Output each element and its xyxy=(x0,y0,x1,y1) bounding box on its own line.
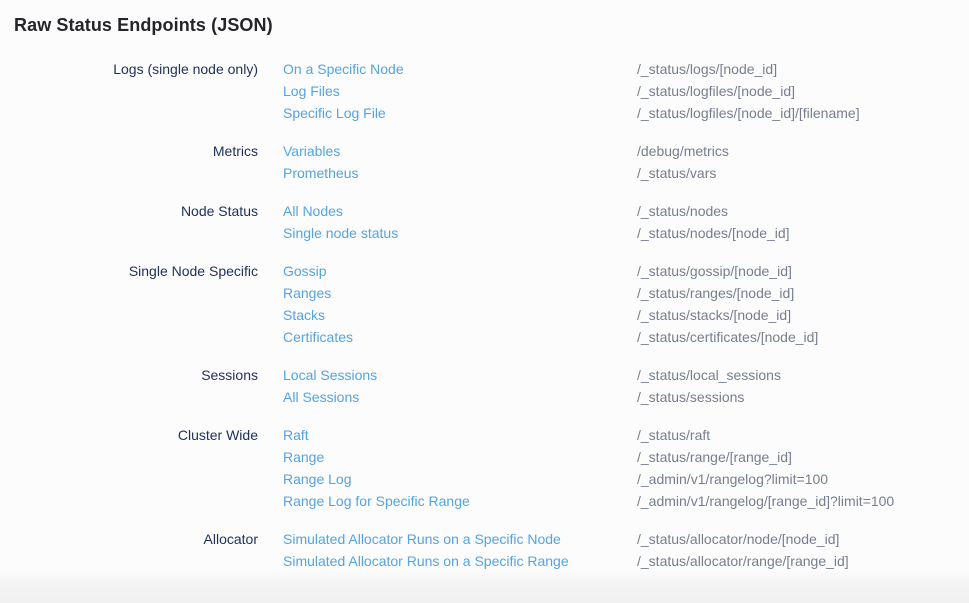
endpoint-sections: Logs (single node only) On a Specific No… xyxy=(0,58,969,572)
endpoint-row: Gossip /_status/gossip/[node_id] xyxy=(283,260,969,282)
raw-status-endpoints-page: Raw Status Endpoints (JSON) Logs (single… xyxy=(0,0,969,572)
endpoint-link[interactable]: Single node status xyxy=(283,222,637,244)
endpoint-row: Variables /debug/metrics xyxy=(283,140,969,162)
endpoint-row: All Nodes /_status/nodes xyxy=(283,200,969,222)
section-rows: Local Sessions /_status/local_sessions A… xyxy=(283,364,969,408)
section-label: Metrics xyxy=(0,140,283,162)
endpoint-path: /_status/allocator/node/[node_id] xyxy=(637,528,839,550)
endpoint-row: Range Log for Specific Range /_admin/v1/… xyxy=(283,490,969,512)
endpoint-path: /_status/logfiles/[node_id]/[filename] xyxy=(637,102,860,124)
endpoint-path: /_status/logs/[node_id] xyxy=(637,58,777,80)
endpoint-link[interactable]: Variables xyxy=(283,140,637,162)
section-rows: Variables /debug/metrics Prometheus /_st… xyxy=(283,140,969,184)
endpoint-row: Specific Log File /_status/logfiles/[nod… xyxy=(283,102,969,124)
endpoint-row: Local Sessions /_status/local_sessions xyxy=(283,364,969,386)
endpoint-section: Single Node Specific Gossip /_status/gos… xyxy=(0,260,969,348)
endpoint-link[interactable]: Range Log xyxy=(283,468,637,490)
endpoint-row: Raft /_status/raft xyxy=(283,424,969,446)
endpoint-path: /_status/certificates/[node_id] xyxy=(637,326,818,348)
endpoint-link[interactable]: Certificates xyxy=(283,326,637,348)
endpoint-path: /_status/nodes/[node_id] xyxy=(637,222,790,244)
endpoint-path: /_status/range/[range_id] xyxy=(637,446,792,468)
endpoint-link[interactable]: Simulated Allocator Runs on a Specific R… xyxy=(283,550,637,572)
endpoint-section: Allocator Simulated Allocator Runs on a … xyxy=(0,528,969,572)
section-label: Logs (single node only) xyxy=(0,58,283,80)
endpoint-section: Cluster Wide Raft /_status/raft Range /_… xyxy=(0,424,969,512)
section-rows: Raft /_status/raft Range /_status/range/… xyxy=(283,424,969,512)
endpoint-link[interactable]: Ranges xyxy=(283,282,637,304)
endpoint-section: Sessions Local Sessions /_status/local_s… xyxy=(0,364,969,408)
section-label: Single Node Specific xyxy=(0,260,283,282)
endpoint-path: /_status/raft xyxy=(637,424,710,446)
endpoint-link[interactable]: Raft xyxy=(283,424,637,446)
endpoint-link[interactable]: Simulated Allocator Runs on a Specific N… xyxy=(283,528,637,550)
endpoint-path: /_admin/v1/rangelog/[range_id]?limit=100 xyxy=(637,490,894,512)
endpoint-row: All Sessions /_status/sessions xyxy=(283,386,969,408)
endpoint-path: /debug/metrics xyxy=(637,140,729,162)
endpoint-section: Node Status All Nodes /_status/nodes Sin… xyxy=(0,200,969,244)
endpoint-link[interactable]: Stacks xyxy=(283,304,637,326)
section-label: Node Status xyxy=(0,200,283,222)
endpoint-path: /_admin/v1/rangelog?limit=100 xyxy=(637,468,828,490)
section-rows: All Nodes /_status/nodes Single node sta… xyxy=(283,200,969,244)
endpoint-path: /_status/vars xyxy=(637,162,716,184)
section-rows: Simulated Allocator Runs on a Specific N… xyxy=(283,528,969,572)
section-rows: Gossip /_status/gossip/[node_id] Ranges … xyxy=(283,260,969,348)
section-label: Cluster Wide xyxy=(0,424,283,446)
page-title: Raw Status Endpoints (JSON) xyxy=(14,13,969,38)
endpoint-link[interactable]: On a Specific Node xyxy=(283,58,637,80)
endpoint-row: Range Log /_admin/v1/rangelog?limit=100 xyxy=(283,468,969,490)
endpoint-path: /_status/nodes xyxy=(637,200,728,222)
endpoint-row: Prometheus /_status/vars xyxy=(283,162,969,184)
endpoint-link[interactable]: Gossip xyxy=(283,260,637,282)
endpoint-row: Certificates /_status/certificates/[node… xyxy=(283,326,969,348)
endpoint-path: /_status/logfiles/[node_id] xyxy=(637,80,795,102)
endpoint-link[interactable]: Prometheus xyxy=(283,162,637,184)
endpoint-link[interactable]: Log Files xyxy=(283,80,637,102)
endpoint-row: Simulated Allocator Runs on a Specific N… xyxy=(283,528,969,550)
endpoint-row: Ranges /_status/ranges/[node_id] xyxy=(283,282,969,304)
endpoint-row: Log Files /_status/logfiles/[node_id] xyxy=(283,80,969,102)
section-label: Sessions xyxy=(0,364,283,386)
endpoint-path: /_status/allocator/range/[range_id] xyxy=(637,550,849,572)
endpoint-path: /_status/stacks/[node_id] xyxy=(637,304,791,326)
endpoint-path: /_status/local_sessions xyxy=(637,364,781,386)
endpoint-path: /_status/ranges/[node_id] xyxy=(637,282,794,304)
endpoint-link[interactable]: Local Sessions xyxy=(283,364,637,386)
endpoint-section: Metrics Variables /debug/metrics Prometh… xyxy=(0,140,969,184)
endpoint-row: Range /_status/range/[range_id] xyxy=(283,446,969,468)
section-rows: On a Specific Node /_status/logs/[node_i… xyxy=(283,58,969,124)
endpoint-link[interactable]: Specific Log File xyxy=(283,102,637,124)
endpoint-section: Logs (single node only) On a Specific No… xyxy=(0,58,969,124)
endpoint-path: /_status/gossip/[node_id] xyxy=(637,260,792,282)
endpoint-link[interactable]: All Nodes xyxy=(283,200,637,222)
endpoint-row: Simulated Allocator Runs on a Specific R… xyxy=(283,550,969,572)
endpoint-link[interactable]: Range Log for Specific Range xyxy=(283,490,637,512)
section-label: Allocator xyxy=(0,528,283,550)
endpoint-link[interactable]: Range xyxy=(283,446,637,468)
endpoint-path: /_status/sessions xyxy=(637,386,744,408)
endpoint-link[interactable]: All Sessions xyxy=(283,386,637,408)
endpoint-row: Single node status /_status/nodes/[node_… xyxy=(283,222,969,244)
endpoint-row: On a Specific Node /_status/logs/[node_i… xyxy=(283,58,969,80)
endpoint-row: Stacks /_status/stacks/[node_id] xyxy=(283,304,969,326)
